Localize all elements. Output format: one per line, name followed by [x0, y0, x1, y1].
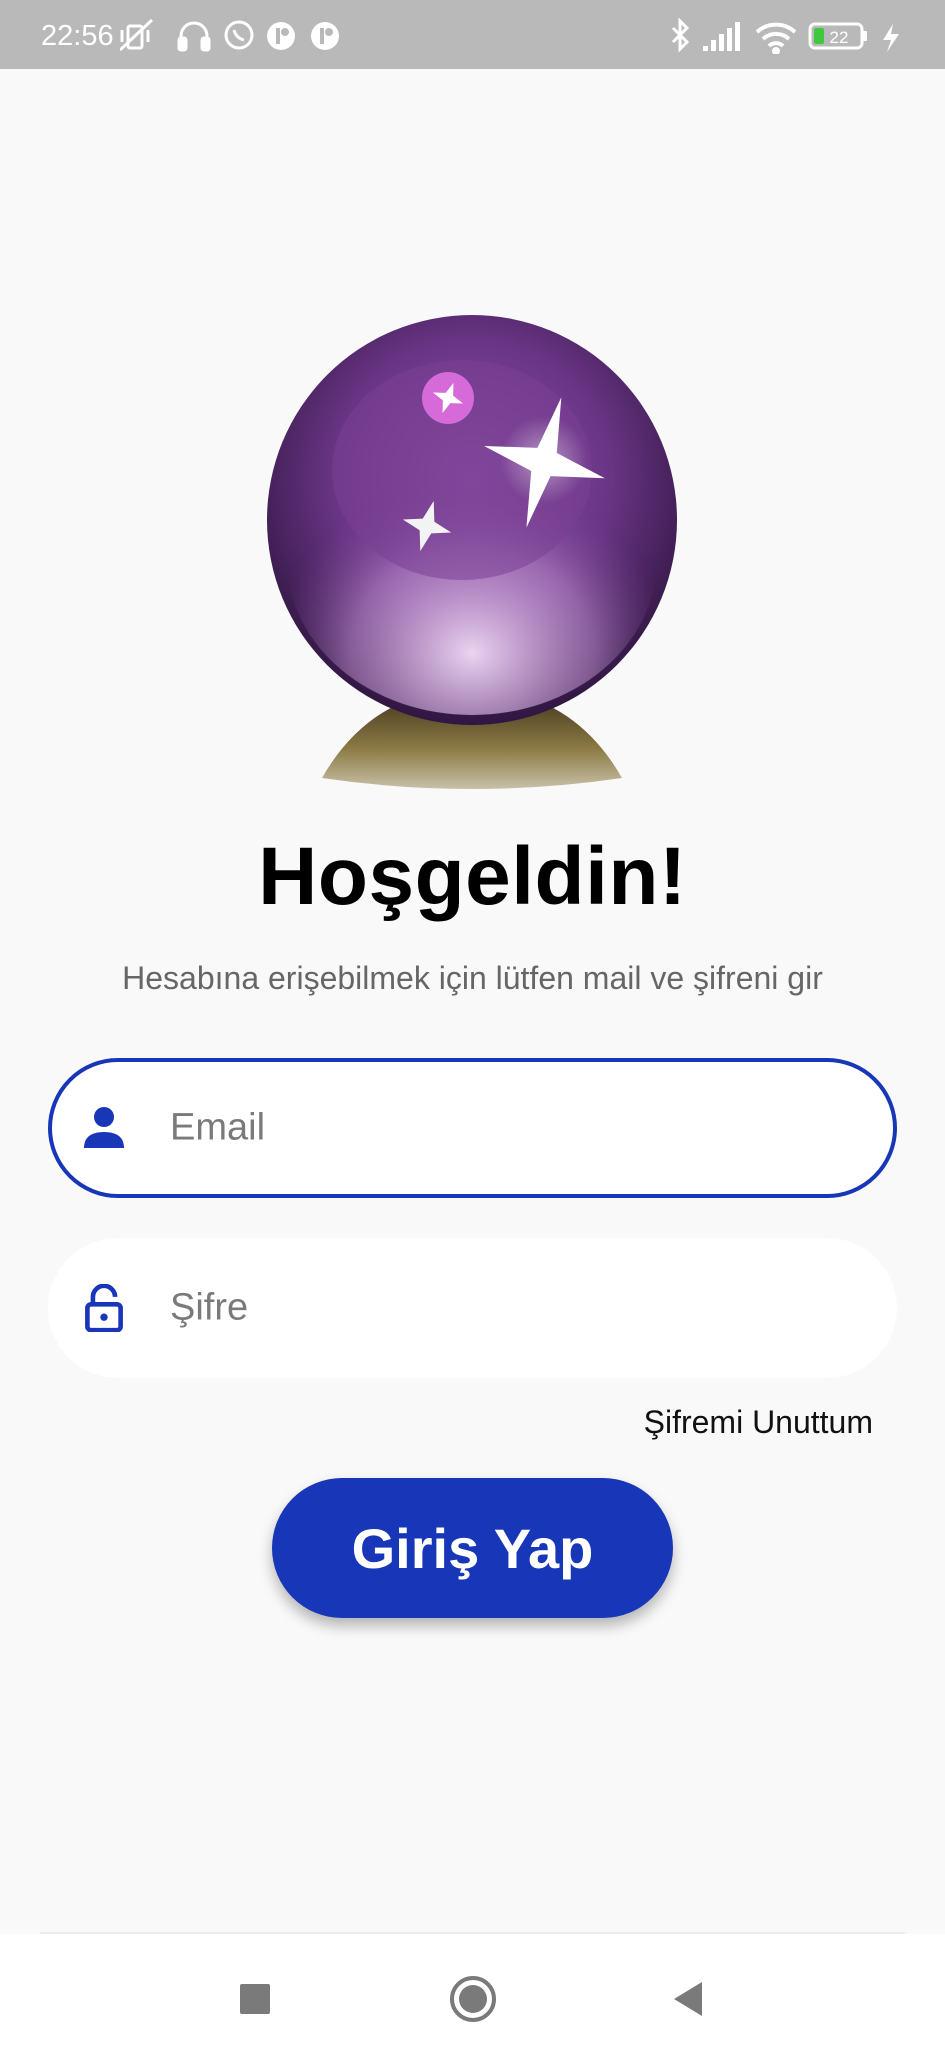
charging-icon: [883, 24, 899, 52]
battery-level: 22: [830, 28, 849, 47]
headphones-icon: [177, 21, 211, 52]
status-left-icons: [120, 18, 339, 52]
forgot-password-link[interactable]: Şifremi Unuttum: [644, 1404, 873, 1441]
whatsapp-icon: [224, 20, 254, 50]
password-input[interactable]: [168, 1285, 857, 1331]
app-notification-icon: [267, 22, 295, 50]
wifi-icon: [755, 22, 797, 54]
crystal-ball-logo: [267, 315, 677, 789]
password-field[interactable]: [48, 1238, 897, 1378]
system-nav-bar: [0, 1934, 945, 2048]
signal-icon: [703, 22, 740, 51]
login-button[interactable]: Giriş Yap: [272, 1478, 673, 1618]
home-circle-icon[interactable]: [448, 1974, 498, 2024]
back-triangle-icon[interactable]: [664, 1974, 714, 2024]
lock-icon: [85, 1284, 123, 1332]
vibrate-off-icon: [120, 18, 154, 52]
app-notification-icon: [311, 22, 339, 50]
bluetooth-icon: [671, 18, 690, 53]
welcome-subtitle: Hesabına erişebilmek için lütfen mail ve…: [122, 960, 823, 996]
status-bar: 22:56 22: [0, 0, 945, 69]
recents-square-icon[interactable]: [230, 1974, 280, 2024]
battery-icon: 22: [808, 22, 867, 50]
welcome-title: Hoşgeldin!: [258, 831, 687, 922]
status-time: 22:56: [41, 20, 114, 52]
email-input[interactable]: [168, 1105, 853, 1151]
email-field[interactable]: [48, 1058, 897, 1198]
user-icon: [84, 1107, 124, 1148]
status-right-icons: 22: [671, 18, 899, 54]
